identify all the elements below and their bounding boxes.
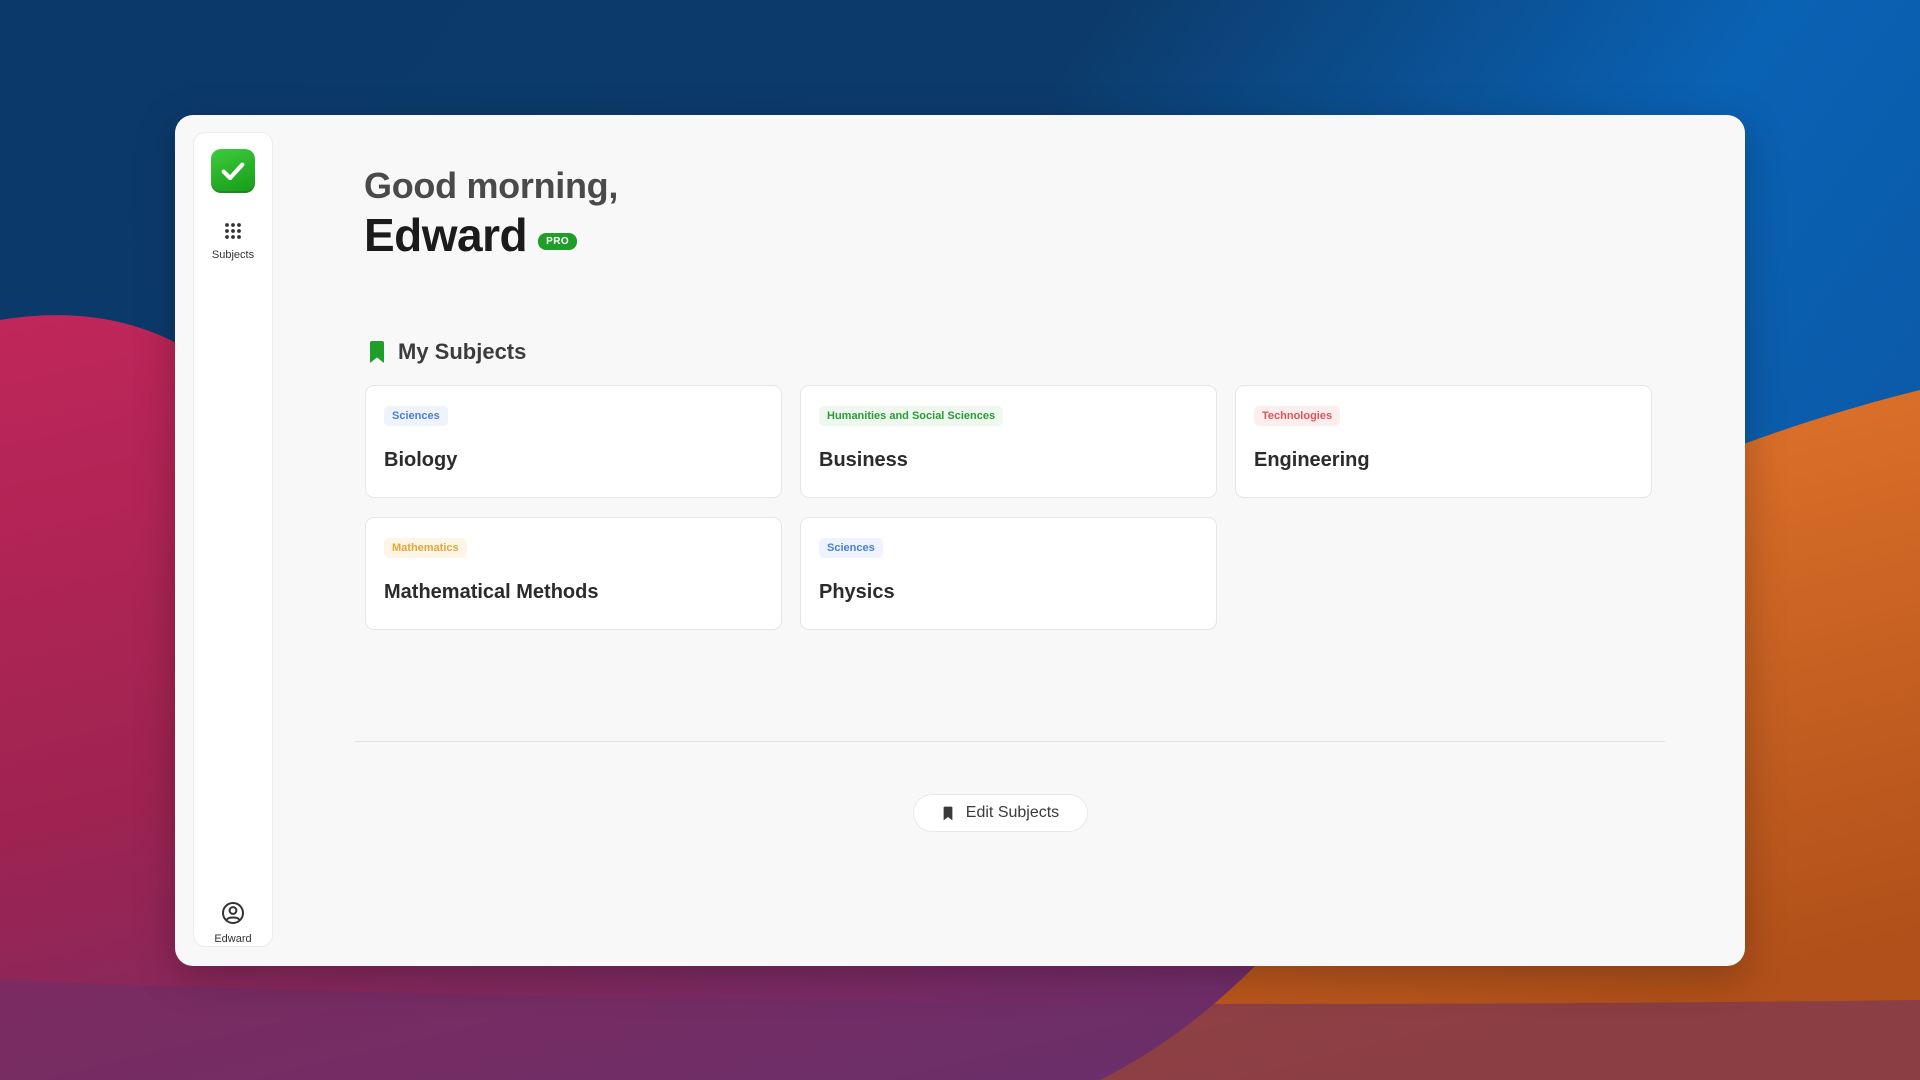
grid-icon [225,223,241,239]
user-name: Edward [364,209,528,261]
bookmark-icon [943,806,953,820]
subject-card-business[interactable]: Humanities and Social Sciences Business [800,385,1217,498]
my-subjects-heading: My Subjects [368,339,526,365]
sidebar-item-subjects[interactable]: Subjects [194,221,272,261]
app-window: Subjects Edward Good morning, Edward PRO… [175,115,1745,966]
subject-tag: Mathematics [384,538,467,558]
sidebar: Subjects Edward [193,132,273,947]
sidebar-item-label: Edward [214,933,252,945]
sidebar-item-profile[interactable]: Edward [194,901,272,945]
subject-name: Engineering [1254,449,1370,471]
subject-name: Physics [819,581,895,603]
checkmark-icon [221,162,245,181]
subject-card-biology[interactable]: Sciences Biology [365,385,782,498]
app-logo[interactable] [211,149,255,193]
subject-card-mathematical-methods[interactable]: Mathematics Mathematical Methods [365,517,782,630]
subject-tag: Sciences [819,538,883,558]
edit-subjects-button[interactable]: Edit Subjects [913,794,1088,832]
pro-badge: PRO [538,232,578,250]
subject-card-physics[interactable]: Sciences Physics [800,517,1217,630]
subject-name: Biology [384,449,458,471]
user-circle-icon [222,902,244,924]
subject-tag: Technologies [1254,406,1341,426]
edit-subjects-label: Edit Subjects [965,804,1060,821]
subject-name: Business [819,449,908,471]
sidebar-item-label: Subjects [211,249,255,261]
subject-tag: Sciences [384,406,448,426]
bookmark-icon [370,341,384,363]
greeting-text: Good morning, [364,165,619,206]
subject-tag: Humanities and Social Sciences [819,406,1004,426]
section-title: My Subjects [398,339,527,364]
subject-name: Mathematical Methods [384,581,599,603]
divider [355,741,1665,742]
username-row: Edward PRO [364,208,578,262]
subject-card-engineering[interactable]: Technologies Engineering [1235,385,1652,498]
